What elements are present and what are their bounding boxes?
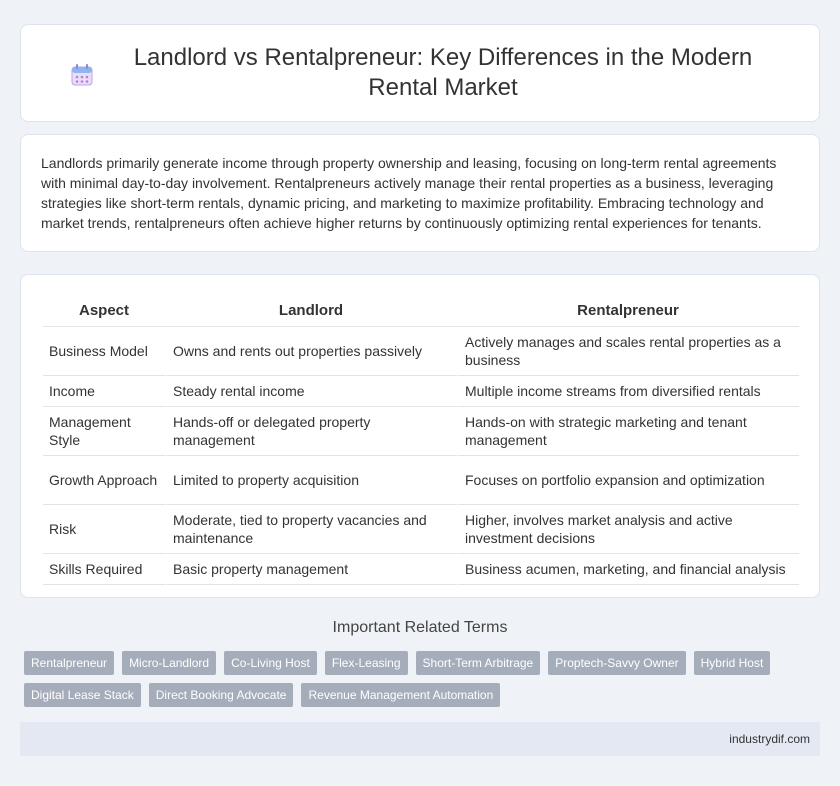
cell-aspect: Skills Required [43,554,165,585]
tag-digital-lease-stack[interactable]: Digital Lease Stack [24,683,141,707]
tag-hybrid-host[interactable]: Hybrid Host [693,651,771,675]
cell-landlord: Steady rental income [165,376,457,407]
header-aspect: Aspect [43,295,165,327]
tag-rentalpreneur[interactable]: Rentalpreneur [24,651,115,675]
cell-rentalpreneur: Hands-on with strategic marketing and te… [457,407,799,456]
header-rentalpreneur: Rentalpreneur [457,295,799,327]
cell-landlord: Moderate, tied to property vacancies and… [165,505,457,554]
comparison-card: Aspect Landlord Rentalpreneur Business M… [20,274,820,598]
cell-aspect: Income [43,376,165,407]
tag-revenue-management-automation[interactable]: Revenue Management Automation [301,683,501,707]
cell-landlord: Basic property management [165,554,457,585]
cell-rentalpreneur: Actively manages and scales rental prope… [457,327,799,376]
tag-micro-landlord[interactable]: Micro-Landlord [122,651,217,675]
cell-landlord: Hands-off or delegated property manageme… [165,407,457,456]
header-landlord: Landlord [165,295,457,327]
tag-proptech-savvy-owner[interactable]: Proptech-Savvy Owner [548,651,686,675]
footer-site[interactable]: industrydif.com [729,732,810,746]
cell-aspect: Business Model [43,327,165,376]
table-row: Business Model Owns and rents out proper… [43,327,799,376]
tag-direct-booking-advocate[interactable]: Direct Booking Advocate [148,683,294,707]
footer: industrydif.com [20,722,820,756]
intro-card: Landlords primarily generate income thro… [20,134,820,252]
table-row: Risk Moderate, tied to property vacancie… [43,505,799,554]
table-row: Growth Approach Limited to property acqu… [43,456,799,505]
header-card: Landlord vs Rentalpreneur: Key Differenc… [20,24,820,122]
cell-landlord: Owns and rents out properties passively [165,327,457,376]
table-header-row: Aspect Landlord Rentalpreneur [43,295,799,327]
table-row: Income Steady rental income Multiple inc… [43,376,799,407]
calendar-icon [70,63,94,87]
cell-rentalpreneur: Focuses on portfolio expansion and optim… [457,456,799,505]
page-title: Landlord vs Rentalpreneur: Key Differenc… [133,44,753,101]
table-row: Skills Required Basic property managemen… [43,554,799,585]
cell-rentalpreneur: Business acumen, marketing, and financia… [457,554,799,585]
related-terms-title: Important Related Terms [332,619,508,636]
cell-aspect: Growth Approach [43,456,165,505]
table-row: Management Style Hands-off or delegated … [43,407,799,456]
cell-aspect: Risk [43,505,165,554]
intro-text: Landlords primarily generate income thro… [41,155,777,231]
cell-landlord: Limited to property acquisition [165,456,457,505]
cell-rentalpreneur: Multiple income streams from diversified… [457,376,799,407]
tag-co-living-host[interactable]: Co-Living Host [224,651,317,675]
tag-short-term-arbitrage[interactable]: Short-Term Arbitrage [415,651,541,675]
related-terms-list: Rentalpreneur Micro-Landlord Co-Living H… [24,651,814,707]
cell-rentalpreneur: Higher, involves market analysis and act… [457,505,799,554]
tag-flex-leasing[interactable]: Flex-Leasing [324,651,408,675]
comparison-table: Aspect Landlord Rentalpreneur Business M… [43,295,799,585]
cell-aspect: Management Style [43,407,165,456]
